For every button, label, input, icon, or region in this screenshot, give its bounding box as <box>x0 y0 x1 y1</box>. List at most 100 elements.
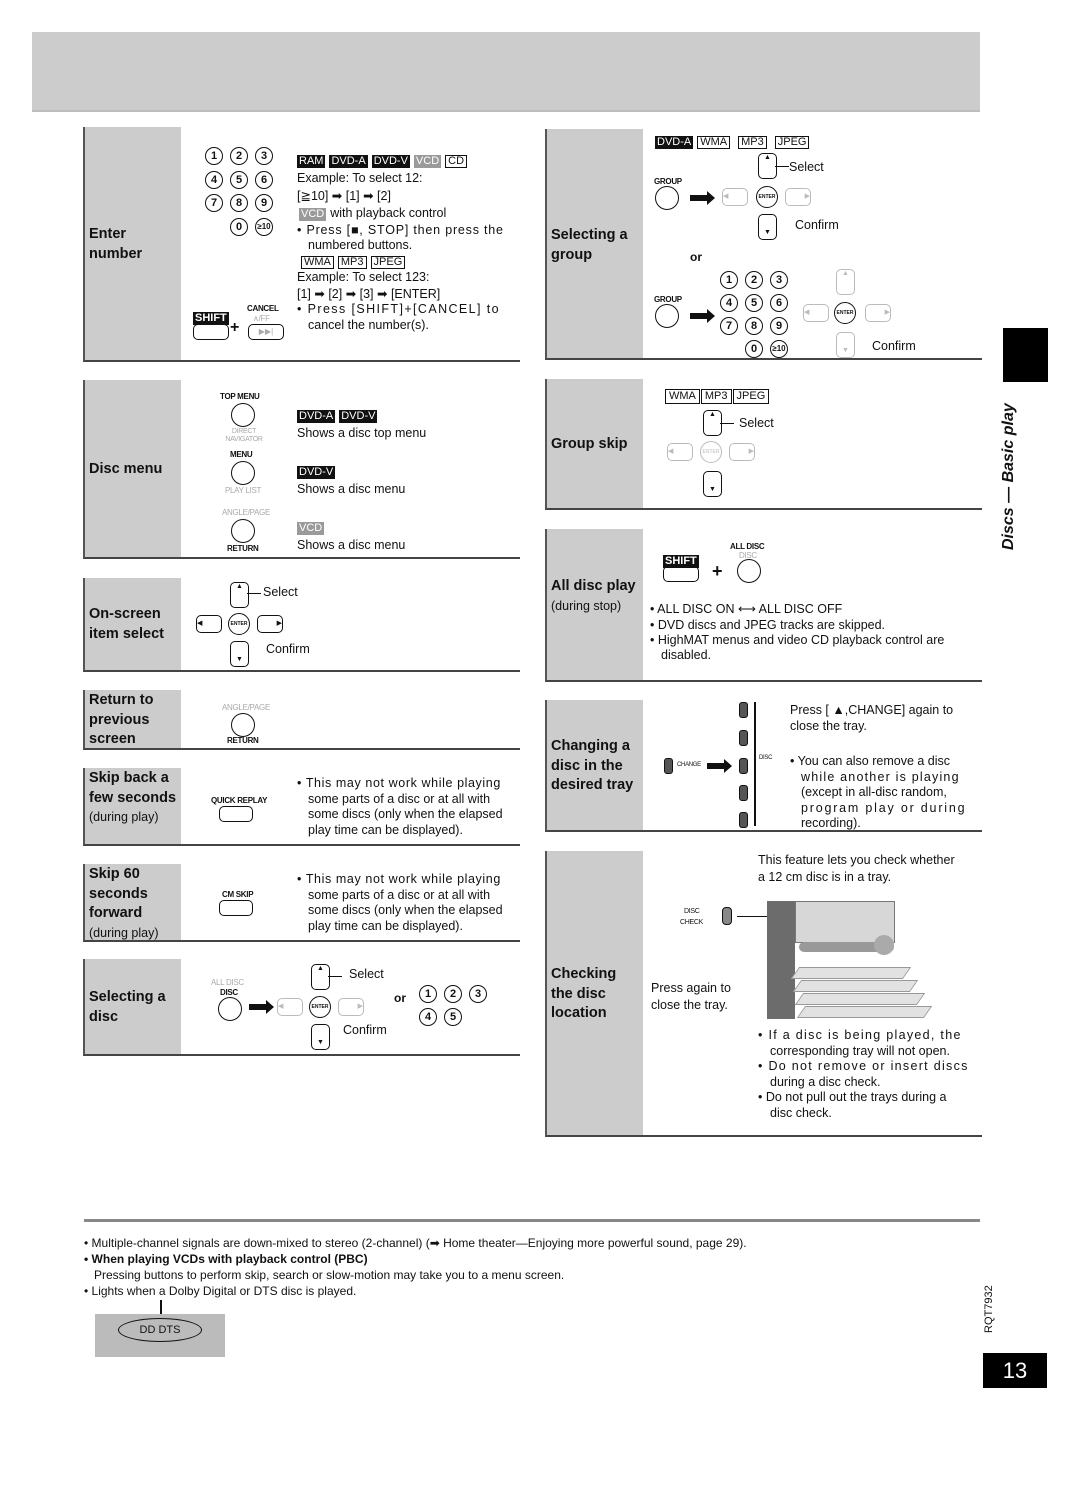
bullet-text: • Press [SHIFT]+[CANCEL] to <box>297 302 500 316</box>
right-button[interactable]: ▶ <box>729 443 755 461</box>
key-5[interactable]: 5 <box>230 171 248 189</box>
key-5[interactable]: 5 <box>444 1008 462 1026</box>
disc-check-button[interactable] <box>722 907 732 925</box>
key-8[interactable]: 8 <box>230 194 248 212</box>
up-button[interactable]: ▲ <box>836 269 855 295</box>
down-button[interactable]: ▼ <box>703 471 722 497</box>
shift-button[interactable] <box>663 566 699 582</box>
tag-cd: CD <box>445 155 468 168</box>
key-6[interactable]: 6 <box>255 171 273 189</box>
key-7[interactable]: 7 <box>720 317 738 335</box>
left-button[interactable]: ◀ <box>667 443 693 461</box>
label-text: Skip 60 seconds forward <box>89 866 148 921</box>
key-2[interactable]: 2 <box>745 271 763 289</box>
quick-replay-button[interactable] <box>219 806 253 822</box>
tray-button-5[interactable] <box>739 812 748 828</box>
enter-button[interactable]: ENTER <box>309 996 331 1018</box>
key-1[interactable]: 1 <box>419 985 437 1003</box>
down-button[interactable]: ▼ <box>836 332 855 358</box>
all-disc-label: ALL DISC <box>211 978 244 987</box>
key-4[interactable]: 4 <box>205 171 223 189</box>
return-button[interactable] <box>231 519 255 543</box>
shift-button[interactable] <box>193 324 229 340</box>
cancel-button[interactable]: ▶▶| <box>248 324 284 340</box>
key-2[interactable]: 2 <box>230 147 248 165</box>
description-text: Shows a disc top menu <box>297 426 427 440</box>
down-button[interactable]: ▼ <box>311 1024 330 1050</box>
enter-button[interactable]: ENTER <box>228 613 250 635</box>
key-10plus[interactable]: ≥10 <box>255 218 273 236</box>
all-disc-button[interactable] <box>737 559 761 583</box>
left-button[interactable]: ◀ <box>196 615 222 633</box>
right-button[interactable]: ▶ <box>338 998 364 1016</box>
footnote-divider <box>84 1219 980 1222</box>
right-button[interactable]: ▶ <box>865 304 891 322</box>
group-button[interactable] <box>655 186 679 210</box>
enter-button[interactable]: ENTER <box>700 441 722 463</box>
group-button[interactable] <box>655 304 679 328</box>
key-3[interactable]: 3 <box>255 147 273 165</box>
up-button[interactable]: ▲ <box>311 964 330 990</box>
right-button[interactable]: ▶ <box>785 188 811 206</box>
key-9[interactable]: 9 <box>255 194 273 212</box>
tag-wma: WMA <box>665 389 700 404</box>
section-select-disc: Selecting a disc ALL DISC DISC ◀ ENTER ▶… <box>83 959 520 1056</box>
enter-button[interactable]: ENTER <box>834 302 856 324</box>
left-button[interactable]: ◀ <box>803 304 829 322</box>
key-3[interactable]: 3 <box>469 985 487 1003</box>
key-4[interactable]: 4 <box>720 294 738 312</box>
key-3[interactable]: 3 <box>770 271 788 289</box>
right-button[interactable]: ▶ <box>257 615 283 633</box>
menu-button[interactable] <box>231 461 255 485</box>
tray-button-1[interactable] <box>739 702 748 718</box>
key-0[interactable]: 0 <box>230 218 248 236</box>
key-8[interactable]: 8 <box>745 317 763 335</box>
key-0[interactable]: 0 <box>745 340 763 358</box>
key-9[interactable]: 9 <box>770 317 788 335</box>
up-button[interactable]: ▲ <box>230 582 249 608</box>
tag-ram: RAM <box>297 155 326 168</box>
label-text: Return to previous screen <box>89 692 154 747</box>
tray-button-4[interactable] <box>739 785 748 801</box>
down-button[interactable]: ▼ <box>758 214 777 240</box>
group-label: GROUP <box>654 177 682 186</box>
key-7[interactable]: 7 <box>205 194 223 212</box>
menu-label: MENU <box>230 450 253 459</box>
section-label: Skip 60 seconds forward (during play) <box>85 864 181 940</box>
label-text: Disc menu <box>89 461 163 477</box>
left-button[interactable]: ◀ <box>277 998 303 1016</box>
confirm-text: Confirm <box>343 1023 387 1037</box>
key-4[interactable]: 4 <box>419 1008 437 1026</box>
enter-button[interactable]: ENTER <box>756 186 778 208</box>
label-text: Selecting a disc <box>89 989 166 1025</box>
section-all-disc-play: All disc play (during stop) SHIFT + ALL D… <box>545 529 982 682</box>
all-disc-label: ALL DISC <box>730 542 765 551</box>
key-10plus[interactable]: ≥10 <box>770 340 788 358</box>
key-6[interactable]: 6 <box>770 294 788 312</box>
section-label: Selecting a disc <box>85 959 181 1054</box>
change-button[interactable] <box>664 758 673 774</box>
vcd-note: with playback control <box>330 206 447 220</box>
footnote-text: • Lights when a Dolby Digital or DTS dis… <box>84 1284 357 1298</box>
label-text: All disc play <box>551 578 636 594</box>
key-1[interactable]: 1 <box>720 271 738 289</box>
left-button[interactable]: ◀ <box>722 188 748 206</box>
change-label: CHANGE <box>677 762 701 768</box>
key-5[interactable]: 5 <box>745 294 763 312</box>
return-label: RETURN <box>227 736 259 745</box>
tray-button-2[interactable] <box>739 730 748 746</box>
tag-mp3: MP3 <box>700 389 732 404</box>
device-knob <box>874 935 894 955</box>
key-2[interactable]: 2 <box>444 985 462 1003</box>
tray-button-3[interactable] <box>739 758 748 774</box>
page-number: 13 <box>983 1353 1047 1388</box>
cm-skip-button[interactable] <box>219 900 253 916</box>
top-menu-button[interactable] <box>231 403 255 427</box>
leader-line <box>775 166 789 167</box>
tag-dvd-a: DVD-A <box>655 136 694 149</box>
down-button[interactable]: ▼ <box>230 641 249 667</box>
return-button[interactable] <box>231 713 255 737</box>
section-label: Group skip <box>547 379 643 508</box>
key-1[interactable]: 1 <box>205 147 223 165</box>
disc-button[interactable] <box>218 997 242 1021</box>
